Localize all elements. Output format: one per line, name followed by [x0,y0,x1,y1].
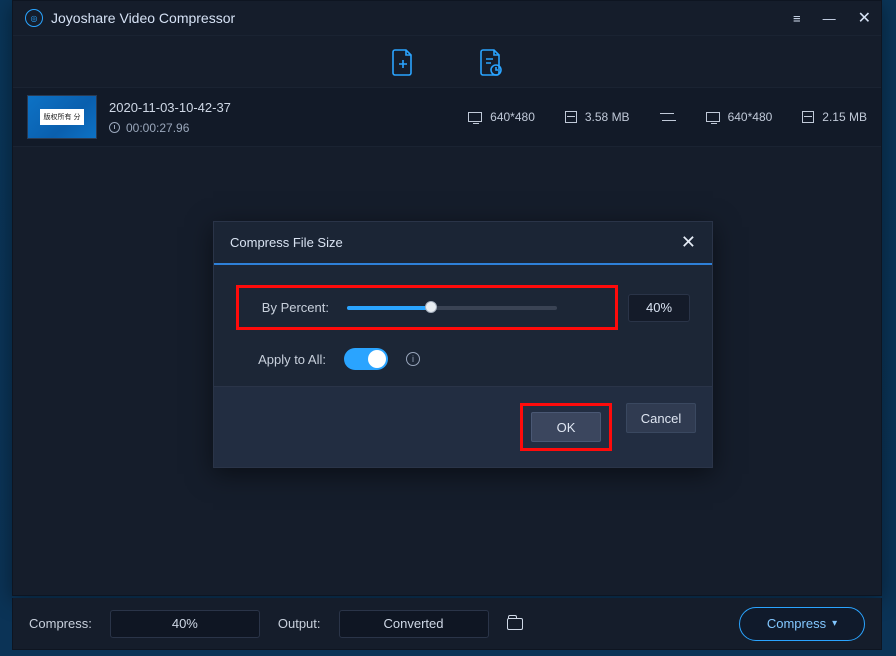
output-label: Output: [278,616,321,631]
slider-thumb-icon[interactable] [425,301,437,313]
close-icon[interactable]: ✕ [858,8,871,28]
video-thumbnail[interactable]: 版权所有 分 [27,95,97,139]
compress-button[interactable]: Compress ▾ [739,607,865,641]
file-row[interactable]: 版权所有 分 2020-11-03-10-42-37 00:00:27.96 6… [13,87,881,147]
add-file-icon[interactable] [389,47,417,77]
apply-all-label: Apply to All: [246,352,326,367]
bottom-bar: Compress: 40% Output: Converted Compress… [12,598,882,650]
clock-icon [109,122,120,133]
disk-icon [565,111,577,123]
percent-slider[interactable] [347,306,557,310]
disk-icon [802,111,814,123]
app-title: Joyoshare Video Compressor [51,10,235,26]
output-select[interactable]: Converted [339,610,489,638]
by-percent-label: By Percent: [249,300,329,315]
cancel-button[interactable]: Cancel [626,403,696,433]
menu-icon[interactable]: ≡ [793,11,801,26]
monitor-icon [468,112,482,122]
compress-modal: Compress File Size ✕ By Percent: 40% App… [213,221,713,468]
modal-footer: OK Cancel [214,386,712,467]
compress-value: 40% [172,616,198,631]
history-file-icon[interactable] [477,47,505,77]
compress-select[interactable]: 40% [110,610,260,638]
thumbnail-watermark: 版权所有 分 [40,109,85,125]
toolbar [13,35,881,87]
ok-button[interactable]: OK [531,412,601,442]
compress-label: Compress: [29,616,92,631]
compress-button-label: Compress [767,616,826,631]
minimize-icon[interactable]: — [823,11,836,26]
src-resolution: 640*480 [490,110,535,124]
src-size: 3.58 MB [585,110,630,124]
file-meta: 2020-11-03-10-42-37 00:00:27.96 [109,100,231,135]
out-resolution: 640*480 [728,110,773,124]
app-logo-icon: ◎ [25,9,43,27]
out-size: 2.15 MB [822,110,867,124]
main-window: ◎ Joyoshare Video Compressor ≡ — ✕ [12,0,882,596]
apply-all-toggle[interactable] [344,348,388,370]
chevron-down-icon[interactable]: ▾ [832,618,837,629]
output-value: Converted [384,616,444,631]
modal-header: Compress File Size ✕ [214,222,712,265]
slider-fill [347,306,431,310]
monitor-icon [706,112,720,122]
highlight-slider: By Percent: [236,285,618,330]
folder-icon[interactable] [507,618,523,630]
swap-icon [660,111,676,123]
modal-title: Compress File Size [230,235,343,250]
modal-close-icon[interactable]: ✕ [681,232,696,253]
title-bar: ◎ Joyoshare Video Compressor ≡ — ✕ [13,1,881,35]
highlight-ok: OK [520,403,612,451]
percent-value[interactable]: 40% [628,294,690,322]
info-icon[interactable]: i [406,352,420,366]
file-duration: 00:00:27.96 [126,121,189,135]
file-name: 2020-11-03-10-42-37 [109,100,231,115]
